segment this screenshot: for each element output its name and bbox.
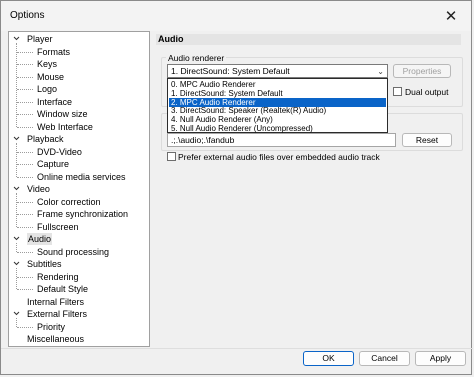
- tree-connector: [17, 114, 33, 115]
- audio-renderer-dropdown[interactable]: 0. MPC Audio Renderer 1. DirectSound: Sys…: [167, 78, 388, 133]
- chevron-down-icon[interactable]: [13, 135, 20, 142]
- properties-button[interactable]: Properties: [393, 64, 451, 78]
- tree-connector: [17, 289, 33, 290]
- tree-connector: [16, 243, 17, 252]
- tree-connector: [17, 89, 33, 90]
- tree-connector: [17, 151, 33, 153]
- tree-item-label: Priority: [37, 321, 66, 332]
- tree-item-label: External Filters: [27, 309, 88, 319]
- page-title-label: Audio: [158, 34, 184, 44]
- prefer-external-audio-label: Prefer external audio files over embedde…: [178, 152, 380, 162]
- audio-renderer-group-label: Audio renderer: [166, 53, 227, 63]
- title-bar: Options ✕: [1, 1, 471, 31]
- dropdown-option[interactable]: 2. MPC Audio Renderer: [169, 97, 386, 107]
- dual-output-checkbox[interactable]: [393, 87, 402, 96]
- tree-connector: [17, 164, 33, 165]
- tree-connector: [17, 214, 33, 215]
- dropdown-option[interactable]: 3. DirectSound: Speaker (Realtek(R) Audi…: [169, 106, 386, 115]
- tree-item-label: Formats: [37, 46, 71, 57]
- window-title: Options: [10, 10, 45, 21]
- properties-button-label: Properties: [402, 66, 442, 76]
- tree-item-label: Audio: [27, 233, 53, 245]
- ok-button-label: OK: [322, 353, 335, 363]
- dropdown-option[interactable]: 0. MPC Audio Renderer: [169, 80, 386, 89]
- reset-button-label: Reset: [415, 135, 439, 145]
- tree-item-label: Window size: [37, 109, 88, 119]
- audio-paths-input[interactable]: .;.\audio;.\fandub: [167, 133, 396, 147]
- cancel-button-label: Cancel: [371, 353, 398, 363]
- close-icon[interactable]: ✕: [431, 1, 471, 31]
- page-title: Audio: [156, 34, 461, 45]
- tree-connector: [17, 276, 33, 278]
- tree-connector: [16, 318, 17, 327]
- tree-item-label: Playback: [27, 134, 64, 144]
- tree-item-label: Capture: [37, 159, 70, 169]
- tree-item-label: Keys: [37, 59, 58, 69]
- ok-button[interactable]: OK: [303, 351, 354, 366]
- tree-connector: [17, 251, 33, 253]
- tree-item-label: Mouse: [37, 71, 65, 82]
- tree-item-label: Sound processing: [37, 246, 110, 257]
- tree-item-label: Video: [27, 184, 50, 194]
- audio-renderer-select-value: 1. DirectSound: System Default: [171, 66, 290, 76]
- apply-button[interactable]: Apply: [415, 351, 466, 366]
- options-tree[interactable]: Player Formats Keys Mouse Logo Interface Windo…: [8, 31, 150, 347]
- tree-connector: [17, 51, 33, 53]
- tree-item-label: Default Style: [37, 284, 89, 294]
- audio-renderer-select[interactable]: 1. DirectSound: System Default ⌄: [167, 64, 388, 78]
- tree-connector: [17, 326, 33, 328]
- tree-item-label: Interface: [37, 96, 73, 107]
- tree-item-label: Fullscreen: [37, 221, 79, 232]
- tree-item-label: Online media services: [37, 171, 126, 182]
- tree-item-label: Miscellaneous: [27, 334, 85, 344]
- tree-connector: [17, 176, 33, 178]
- tree-connector: [17, 226, 33, 228]
- tree-connector: [17, 126, 33, 128]
- dropdown-option[interactable]: 5. Null Audio Renderer (Uncompressed): [169, 124, 386, 133]
- prefer-external-audio-checkbox[interactable]: [167, 152, 176, 161]
- tree-item-label: Web Interface: [37, 121, 93, 132]
- tree-item-label: Subtitles: [27, 259, 62, 269]
- tree-connector: [17, 64, 33, 65]
- tree-connector: [16, 268, 17, 289]
- footer-divider: [1, 348, 473, 349]
- apply-button-label: Apply: [429, 353, 452, 363]
- dual-output-label: Dual output: [405, 87, 449, 97]
- audio-paths-value: .;.\audio;.\fandub: [171, 135, 235, 145]
- tree-connector: [16, 143, 17, 177]
- tree-item-label: DVD-Video: [37, 146, 82, 157]
- dropdown-option[interactable]: 4. Null Audio Renderer (Any): [169, 115, 386, 124]
- tree-connector: [17, 201, 33, 203]
- tree-item-label: Rendering: [37, 271, 79, 282]
- tree-item-label: Logo: [37, 84, 58, 94]
- chevron-down-icon[interactable]: [13, 260, 20, 267]
- chevron-down-icon[interactable]: [13, 310, 20, 317]
- cancel-button[interactable]: Cancel: [359, 351, 410, 366]
- tree-connector: [16, 193, 17, 227]
- chevron-down-icon[interactable]: [13, 35, 20, 42]
- reset-button[interactable]: Reset: [402, 133, 452, 147]
- dropdown-option[interactable]: 1. DirectSound: System Default: [169, 89, 386, 98]
- tree-connector: [17, 101, 33, 103]
- tree-item-label: Player: [27, 34, 53, 44]
- chevron-down-icon[interactable]: [13, 235, 20, 242]
- chevron-down-icon[interactable]: ⌄: [377, 67, 384, 76]
- tree-connector: [17, 76, 33, 78]
- chevron-down-icon[interactable]: [13, 185, 20, 192]
- options-dialog: Options ✕ Player Formats Keys Mouse Logo Inte…: [0, 0, 473, 375]
- tree-item-label: Frame synchronization: [37, 209, 129, 219]
- tree-item-label: Color correction: [37, 196, 101, 207]
- tree-item-label: Internal Filters: [27, 296, 85, 307]
